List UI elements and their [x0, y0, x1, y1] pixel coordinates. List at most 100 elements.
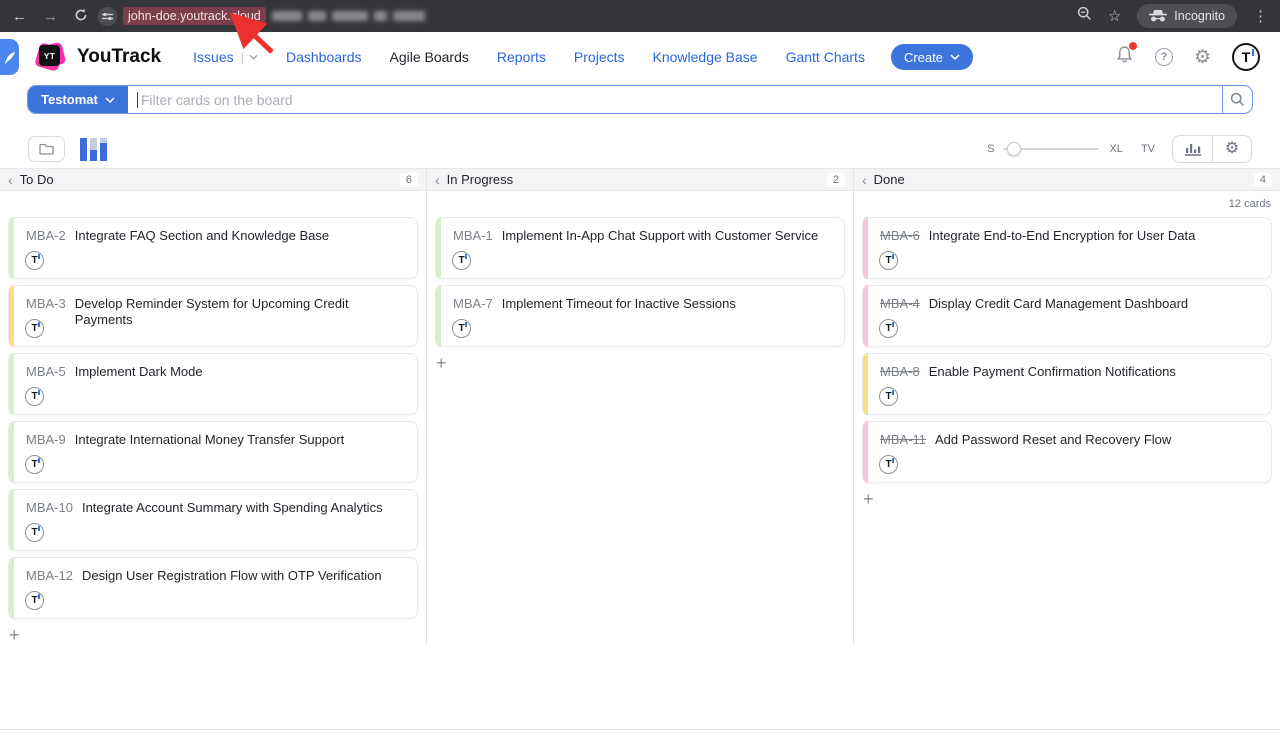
- nav-item[interactable]: Gantt Charts: [772, 49, 879, 65]
- chart-view-toggle[interactable]: [80, 138, 107, 161]
- issue-card[interactable]: MBA-10 Integrate Account Summary with Sp…: [8, 489, 418, 551]
- youtrack-logo-icon: YT: [36, 42, 66, 72]
- issue-id[interactable]: MBA-9: [26, 432, 66, 448]
- issue-card[interactable]: MBA-2 Integrate FAQ Section and Knowledg…: [8, 217, 418, 279]
- nav-item[interactable]: Issues |: [179, 49, 272, 65]
- add-card-button[interactable]: +: [436, 354, 450, 372]
- column-header[interactable]: ‹ Done 4: [854, 168, 1280, 191]
- issue-card[interactable]: MBA-11 Add Password Reset and Recovery F…: [862, 421, 1272, 483]
- address-bar[interactable]: john-doe.youtrack.cloud: [98, 7, 425, 26]
- nav-item[interactable]: Agile Boards: [376, 49, 483, 65]
- issue-id[interactable]: MBA-6: [880, 228, 920, 244]
- tv-mode-label[interactable]: TV: [1141, 143, 1155, 155]
- youtrack-logo[interactable]: YT YouTrack: [36, 42, 161, 72]
- nav-item[interactable]: Reports: [483, 49, 560, 65]
- nav-item[interactable]: Dashboards: [272, 49, 376, 65]
- assignee-avatar[interactable]: T: [25, 319, 44, 338]
- issue-id[interactable]: MBA-7: [453, 296, 493, 312]
- assignee-avatar[interactable]: T: [879, 387, 898, 406]
- issue-card[interactable]: MBA-5 Implement Dark Mode T: [8, 353, 418, 415]
- avatar-accent: [892, 322, 894, 327]
- nav-item[interactable]: Knowledge Base: [639, 49, 772, 65]
- assignee-avatar[interactable]: T: [452, 251, 471, 270]
- user-avatar[interactable]: T: [1232, 43, 1260, 71]
- issue-card[interactable]: MBA-4 Display Credit Card Management Das…: [862, 285, 1272, 347]
- assignee-avatar[interactable]: T: [879, 319, 898, 338]
- bookmark-star-icon[interactable]: ☆: [1108, 7, 1121, 25]
- issue-id[interactable]: MBA-8: [880, 364, 920, 380]
- issue-id[interactable]: MBA-5: [26, 364, 66, 380]
- issue-card[interactable]: MBA-8 Enable Payment Confirmation Notifi…: [862, 353, 1272, 415]
- chart-panel-button[interactable]: [1173, 136, 1212, 162]
- card-priority-stripe: [9, 285, 14, 347]
- add-card-button[interactable]: +: [863, 490, 877, 508]
- page-zoom-icon[interactable]: [1077, 6, 1092, 26]
- avatar-letter: T: [885, 323, 891, 334]
- site-info-icon[interactable]: [98, 7, 117, 26]
- issue-card[interactable]: MBA-6 Integrate End-to-End Encryption fo…: [862, 217, 1272, 279]
- issue-id[interactable]: MBA-4: [880, 296, 920, 312]
- assignee-avatar[interactable]: T: [879, 251, 898, 270]
- column-header[interactable]: ‹ To Do 6: [0, 168, 426, 191]
- create-button[interactable]: Create: [891, 44, 973, 70]
- slider-knob[interactable]: [1007, 142, 1021, 156]
- issue-card[interactable]: MBA-1 Implement In-App Chat Support with…: [435, 217, 845, 279]
- chevron-down-icon: [105, 97, 115, 103]
- nav-divider: |: [241, 50, 244, 65]
- issue-title[interactable]: Display Credit Card Management Dashboard: [929, 296, 1188, 312]
- nav-item[interactable]: Projects: [560, 49, 639, 65]
- board-settings-button[interactable]: ⚙: [1212, 136, 1251, 162]
- issue-title[interactable]: Add Password Reset and Recovery Flow: [935, 432, 1171, 448]
- card-size-slider[interactable]: [1003, 142, 1099, 156]
- assignee-avatar[interactable]: T: [25, 591, 44, 610]
- issue-card[interactable]: MBA-12 Design User Registration Flow wit…: [8, 557, 418, 619]
- issue-title[interactable]: Integrate End-to-End Encryption for User…: [929, 228, 1196, 244]
- settings-gear-icon[interactable]: ⚙: [1194, 48, 1211, 67]
- issue-card[interactable]: MBA-9 Integrate International Money Tran…: [8, 421, 418, 483]
- assignee-avatar[interactable]: T: [452, 319, 471, 338]
- help-icon[interactable]: ?: [1155, 48, 1173, 66]
- browser-back-icon[interactable]: ←: [12, 9, 27, 24]
- collapse-column-icon[interactable]: ‹: [862, 173, 867, 187]
- column-header[interactable]: ‹ In Progress 2: [427, 168, 853, 191]
- issue-id[interactable]: MBA-1: [453, 228, 493, 244]
- issue-title[interactable]: Develop Reminder System for Upcoming Cre…: [75, 296, 407, 327]
- issue-title[interactable]: Implement In-App Chat Support with Custo…: [502, 228, 818, 244]
- issue-title[interactable]: Design User Registration Flow with OTP V…: [82, 568, 382, 584]
- browser-forward-icon[interactable]: →: [43, 9, 58, 24]
- sprint-folder-button[interactable]: [28, 136, 65, 162]
- issue-title[interactable]: Implement Timeout for Inactive Sessions: [502, 296, 736, 312]
- issue-title[interactable]: Enable Payment Confirmation Notification…: [929, 364, 1176, 380]
- browser-menu-icon[interactable]: ⋮: [1253, 7, 1268, 25]
- card-size-small-label[interactable]: S: [987, 143, 994, 155]
- project-selector-button[interactable]: Testomat: [28, 86, 128, 113]
- issue-id[interactable]: MBA-2: [26, 228, 66, 244]
- search-button[interactable]: [1222, 86, 1252, 113]
- nav-item-dropdown[interactable]: |: [241, 50, 258, 65]
- issue-id[interactable]: MBA-11: [880, 432, 926, 448]
- issue-title[interactable]: Integrate International Money Transfer S…: [75, 432, 345, 448]
- issue-id[interactable]: MBA-12: [26, 568, 73, 584]
- url-text[interactable]: john-doe.youtrack.cloud: [123, 7, 266, 25]
- assignee-avatar[interactable]: T: [25, 455, 44, 474]
- assignee-avatar[interactable]: T: [25, 387, 44, 406]
- add-card-button[interactable]: +: [9, 626, 23, 644]
- issue-card[interactable]: MBA-7 Implement Timeout for Inactive Ses…: [435, 285, 845, 347]
- assignee-avatar[interactable]: T: [25, 251, 44, 270]
- collapse-column-icon[interactable]: ‹: [435, 173, 440, 187]
- card-size-xl-label[interactable]: XL: [1109, 143, 1122, 155]
- issue-card[interactable]: MBA-3 Develop Reminder System for Upcomi…: [8, 285, 418, 347]
- issue-title[interactable]: Implement Dark Mode: [75, 364, 203, 380]
- issue-title[interactable]: Integrate FAQ Section and Knowledge Base: [75, 228, 329, 244]
- notifications-bell-icon[interactable]: [1115, 45, 1134, 69]
- collapse-column-icon[interactable]: ‹: [8, 173, 13, 187]
- avatar-accent: [38, 594, 40, 599]
- avatar-accent: [38, 322, 40, 327]
- issue-title[interactable]: Integrate Account Summary with Spending …: [82, 500, 383, 516]
- issue-id[interactable]: MBA-10: [26, 500, 73, 516]
- browser-reload-icon[interactable]: [74, 8, 88, 25]
- side-panel-handle[interactable]: [0, 39, 19, 75]
- assignee-avatar[interactable]: T: [25, 523, 44, 542]
- filter-input[interactable]: Filter cards on the board: [128, 86, 1222, 113]
- assignee-avatar[interactable]: T: [879, 455, 898, 474]
